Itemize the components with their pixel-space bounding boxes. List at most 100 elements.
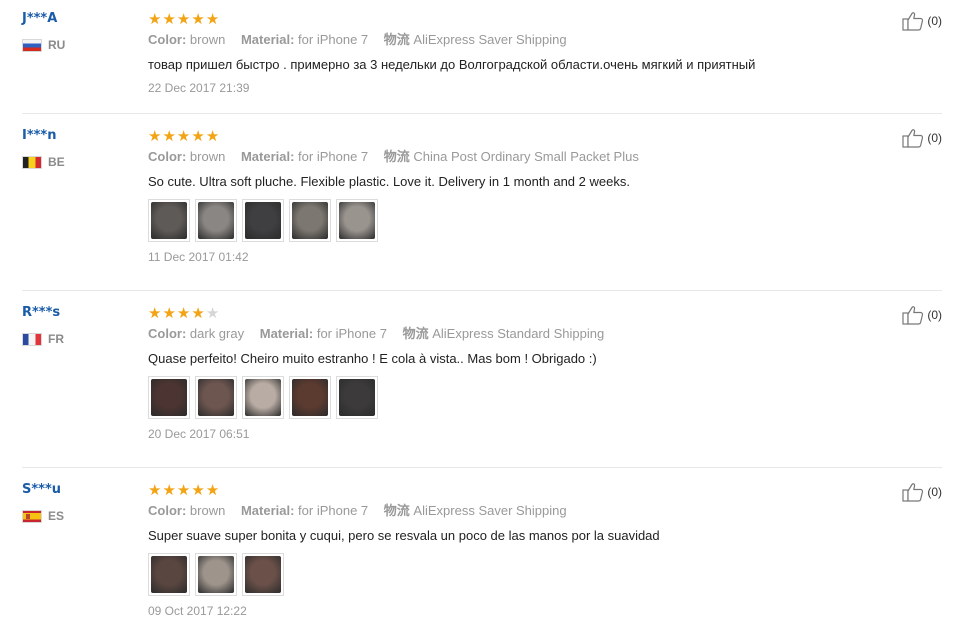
review-text: Quase perfeito! Cheiro muito estranho ! … [148, 351, 597, 366]
review-photo-thumbnail[interactable] [148, 376, 190, 419]
reviewer-country: FR [22, 331, 132, 347]
review-photo-thumbnail[interactable] [195, 553, 237, 596]
star-rating: ★ ★ ★ ★ ★ [148, 11, 868, 27]
reviewer-info: I***n BE [22, 128, 132, 170]
flag-icon [22, 38, 42, 52]
review-photo-thumbnail[interactable] [242, 199, 284, 242]
shipping-value: China Post Ordinary Small Packet Plus [413, 149, 639, 164]
star-rating: ★ ★ ★ ★ ★ [148, 482, 868, 498]
shipping-value: AliExpress Standard Shipping [432, 326, 605, 341]
photo-image [245, 202, 281, 239]
flag-icon [22, 155, 42, 169]
review-photo-thumbnail[interactable] [336, 199, 378, 242]
color-label: Color: [148, 149, 187, 164]
color-value: brown [189, 32, 226, 47]
photo-image [151, 379, 187, 416]
shipping-label: 物流 [383, 150, 410, 165]
review-content: ★ ★ ★ ★ ★ Color: brown Material: for iPhone … [148, 482, 868, 619]
photo-image [198, 379, 234, 416]
review-text: товар пришел быстро . примерно за 3 неде… [148, 57, 756, 72]
star-icon: ★ [148, 127, 162, 145]
star-icon: ★ [176, 127, 191, 145]
star-icon: ★ [176, 10, 191, 28]
reviewer-country: ES [22, 508, 132, 524]
review-item: S***u ES ★ ★ ★ ★ ★ Color: brown Material: fo… [22, 482, 942, 630]
color-label: Color: [148, 326, 187, 341]
reviewer-name[interactable]: R***s [22, 305, 132, 321]
photo-image [245, 556, 281, 593]
material-value: for iPhone 7 [298, 503, 369, 518]
star-icon: ★ [191, 481, 205, 499]
reviewer-info: S***u ES [22, 482, 132, 524]
shipping-value: AliExpress Saver Shipping [413, 32, 567, 47]
material-label: Material: [259, 326, 314, 341]
review-photo-thumbnail[interactable] [336, 376, 378, 419]
helpful-button[interactable]: (0) [902, 11, 942, 31]
reviewer-country: RU [22, 37, 132, 53]
helpful-count: (0) [927, 14, 942, 28]
photo-image [339, 202, 375, 239]
review-photo-thumbnail[interactable] [242, 553, 284, 596]
review-photo-thumbnail[interactable] [242, 376, 284, 419]
color-value: brown [189, 503, 226, 518]
helpful-button[interactable]: (0) [902, 128, 942, 148]
review-photos [148, 376, 868, 419]
helpful-count: (0) [927, 308, 942, 322]
review-meta: Color: brown Material: for iPhone 7 物流 A… [148, 32, 868, 48]
country-code: ES [48, 509, 65, 523]
review-date: 11 Dec 2017 01:42 [148, 250, 249, 264]
star-icon: ★ [162, 10, 176, 28]
material-value: for iPhone 7 [316, 326, 387, 341]
review-photo-thumbnail[interactable] [148, 553, 190, 596]
photo-image [198, 556, 234, 593]
thumbs-up-icon[interactable] [902, 482, 924, 502]
reviewer-name[interactable]: S***u [22, 482, 132, 498]
review-content: ★ ★ ★ ★ ★ Color: dark gray Material: for iPh… [148, 305, 868, 442]
helpful-button[interactable]: (0) [902, 305, 942, 325]
reviewer-name[interactable]: J***A [22, 11, 132, 27]
reviewer-name[interactable]: I***n [22, 128, 132, 144]
material-value: for iPhone 7 [298, 32, 369, 47]
reviewer-info: J***A RU [22, 11, 132, 53]
photo-image [151, 202, 187, 239]
star-icon: ★ [191, 10, 205, 28]
star-icon: ★ [162, 481, 176, 499]
review-text: So cute. Ultra soft pluche. Flexible pla… [148, 174, 630, 189]
review-item: I***n BE ★ ★ ★ ★ ★ Color: brown Material: fo… [22, 128, 942, 291]
flag-icon [22, 332, 42, 346]
star-icon: ★ [162, 304, 176, 322]
star-icon: ★ [148, 304, 162, 322]
color-value: dark gray [189, 326, 245, 341]
photo-image [198, 202, 234, 239]
star-rating: ★ ★ ★ ★ ★ [148, 128, 868, 144]
review-photo-thumbnail[interactable] [289, 199, 331, 242]
review-meta: Color: dark gray Material: for iPhone 7 … [148, 326, 868, 342]
material-label: Material: [240, 149, 295, 164]
helpful-button[interactable]: (0) [902, 482, 942, 502]
thumbs-up-icon[interactable] [902, 128, 924, 148]
shipping-label: 物流 [402, 327, 429, 342]
review-meta: Color: brown Material: for iPhone 7 物流 C… [148, 149, 868, 165]
helpful-count: (0) [927, 485, 942, 499]
star-icon: ★ [191, 304, 205, 322]
review-photo-thumbnail[interactable] [289, 376, 331, 419]
review-photo-thumbnail[interactable] [148, 199, 190, 242]
reviewer-info: R***s FR [22, 305, 132, 347]
shipping-value: AliExpress Saver Shipping [413, 503, 567, 518]
star-icon: ★ [176, 481, 191, 499]
photo-image [339, 379, 375, 416]
photo-image [292, 379, 328, 416]
thumbs-up-icon[interactable] [902, 11, 924, 31]
country-code: RU [48, 38, 66, 52]
review-photos [148, 553, 868, 596]
thumbs-up-icon[interactable] [902, 305, 924, 325]
review-photo-thumbnail[interactable] [195, 199, 237, 242]
star-icon: ★ [148, 10, 162, 28]
photo-image [292, 202, 328, 239]
review-item: R***s FR ★ ★ ★ ★ ★ Color: dark gray Material… [22, 305, 942, 468]
shipping-label: 物流 [383, 33, 410, 48]
color-value: brown [189, 149, 226, 164]
review-text: Super suave super bonita y cuqui, pero s… [148, 528, 660, 543]
review-date: 22 Dec 2017 21:39 [148, 81, 250, 95]
review-photo-thumbnail[interactable] [195, 376, 237, 419]
